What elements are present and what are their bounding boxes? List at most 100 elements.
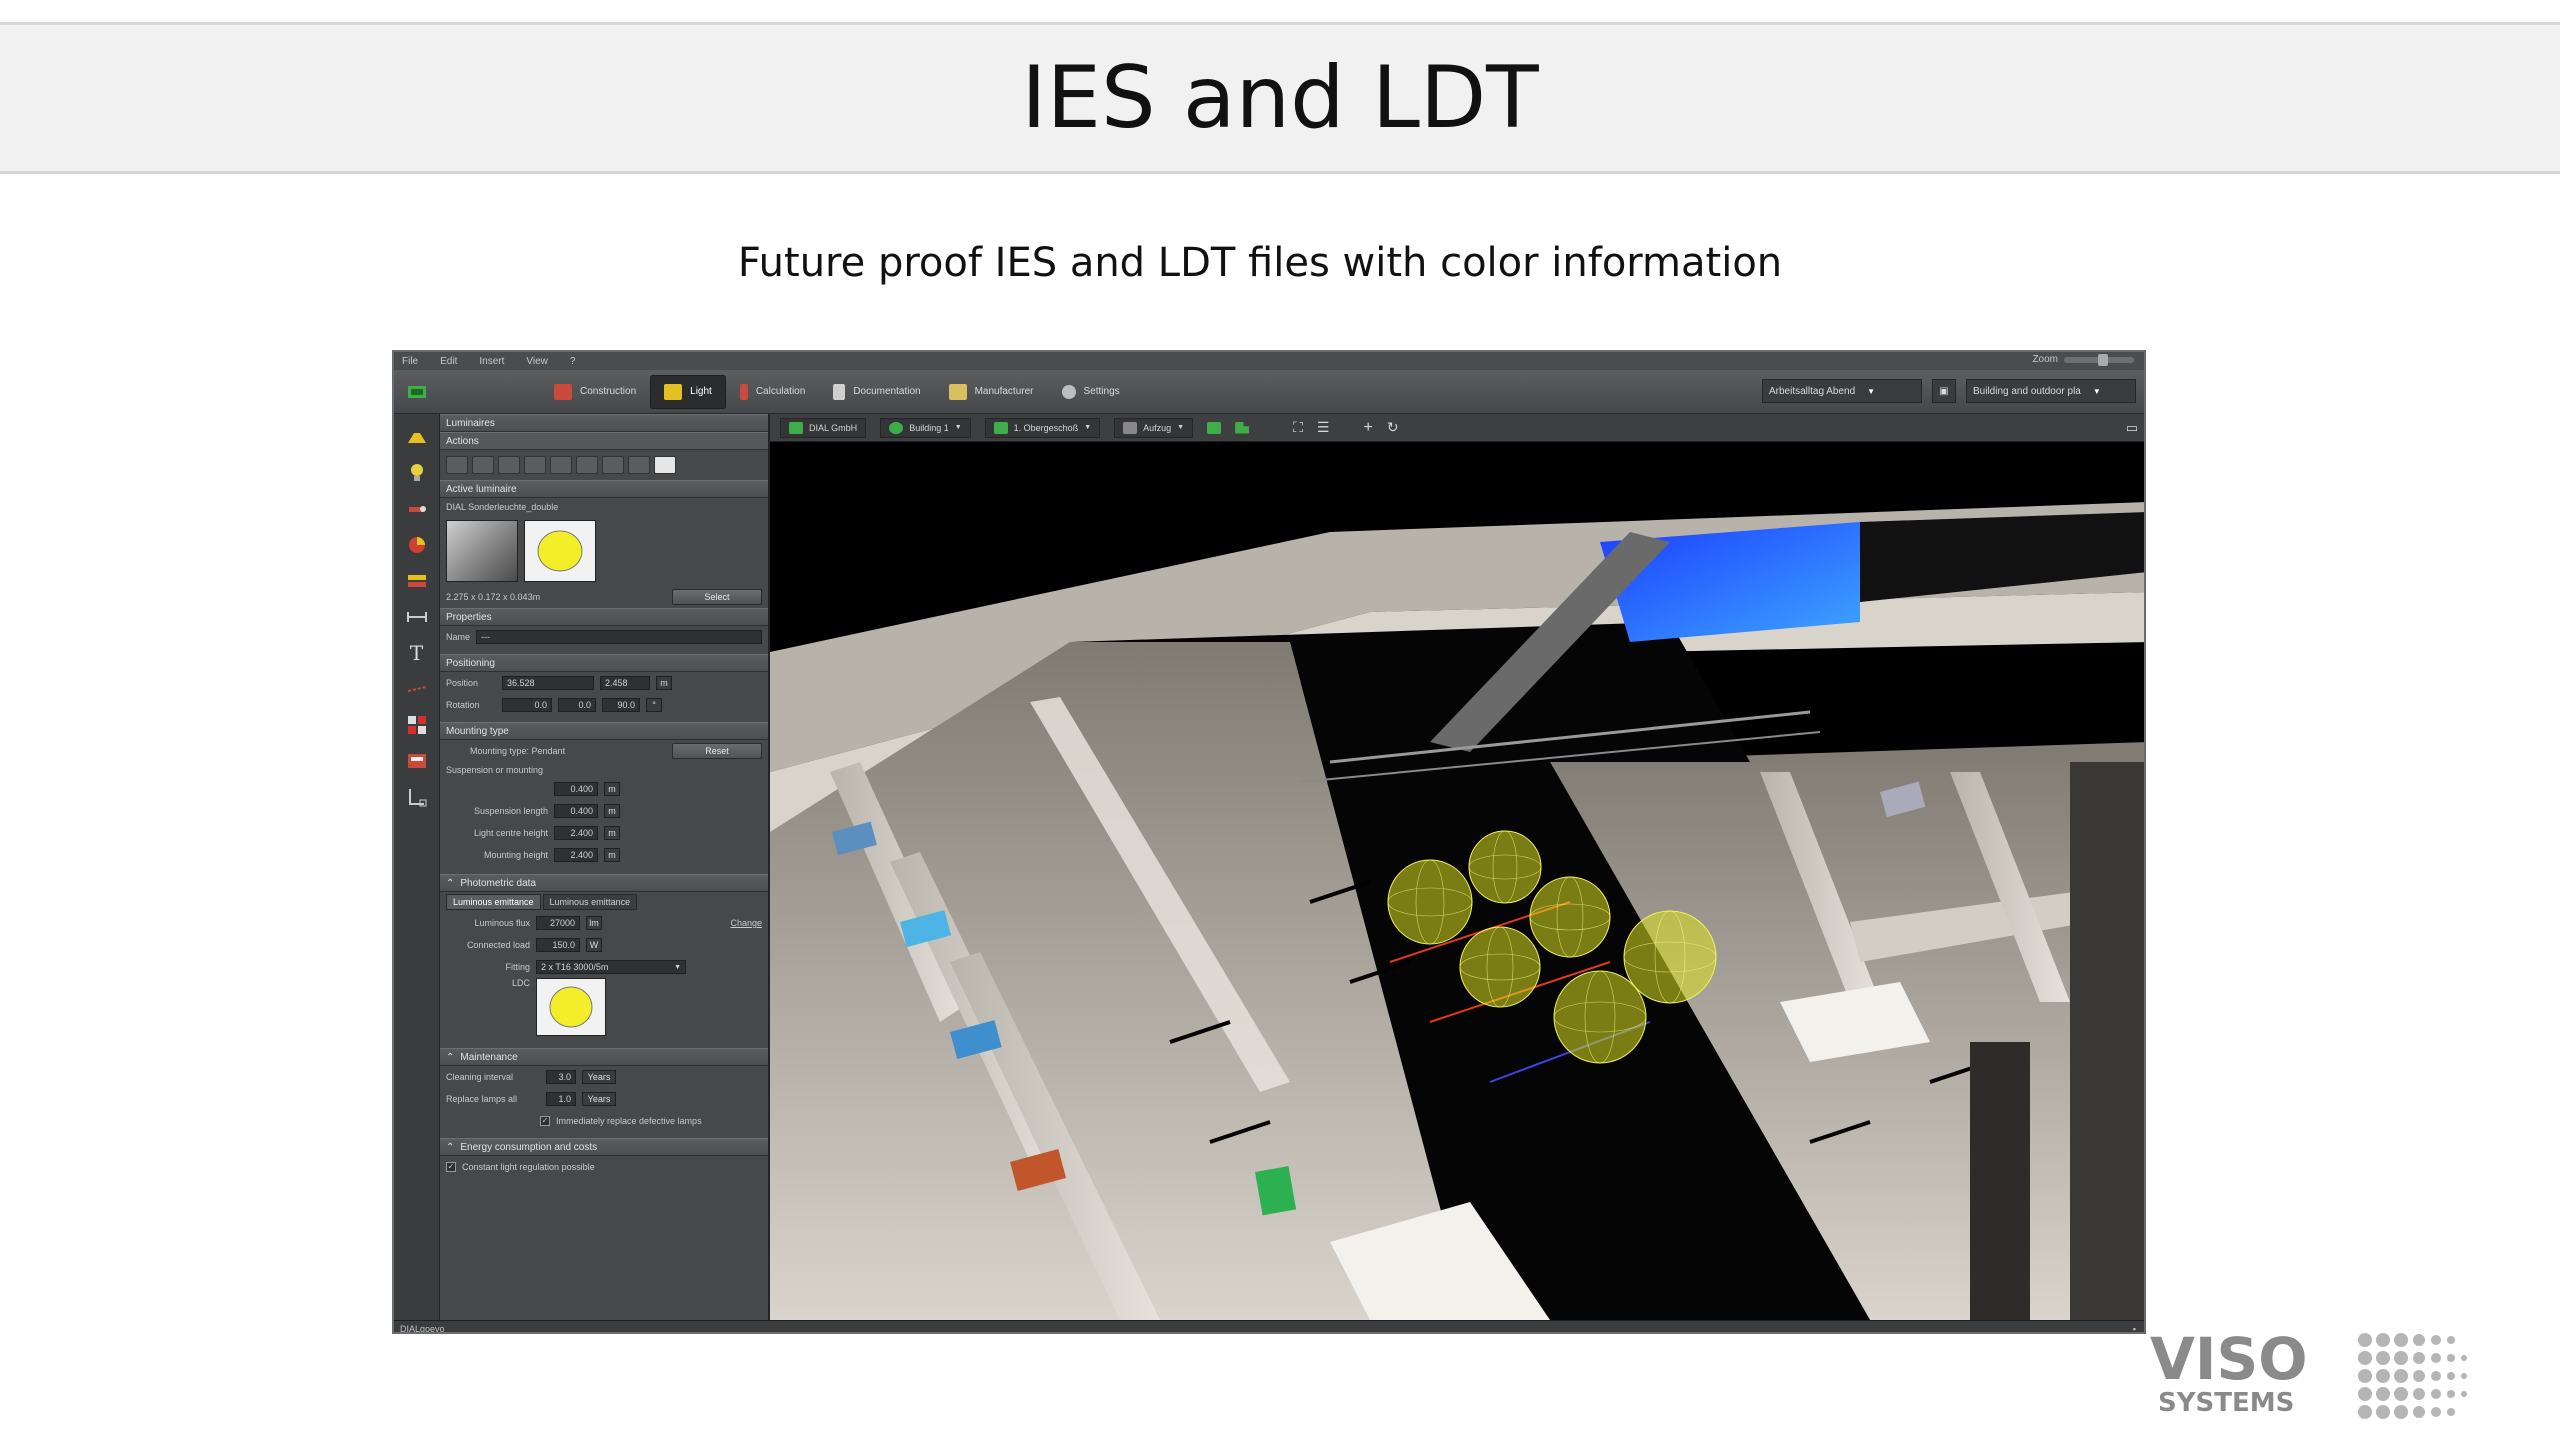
dimension-icon[interactable] [404, 676, 430, 702]
refresh-icon[interactable]: ↻ [1387, 419, 1399, 436]
path-tool-icon[interactable] [404, 784, 430, 810]
dialux-app-window: File Edit Insert View ? Zoom Constructio… [392, 350, 2146, 1334]
section-active-luminaire: Active luminaire [440, 480, 768, 498]
document-icon[interactable] [654, 456, 676, 474]
measure-icon[interactable] [404, 604, 430, 630]
layout-icon[interactable] [404, 712, 430, 738]
photometric-header-label: Photometric data [460, 877, 536, 889]
fitting-value: 2 x T16 3000/5m [541, 962, 609, 972]
name-field[interactable]: --- [476, 630, 762, 644]
name-row: Name --- [440, 626, 768, 648]
tab-settings[interactable]: Settings [1048, 375, 1134, 409]
luminaire-tool-icon[interactable] [404, 424, 430, 450]
replace-unit: Years [582, 1092, 616, 1106]
load-field[interactable]: 150.0 [536, 938, 580, 952]
actions-row [440, 450, 768, 480]
immediate-label: Immediately replace defective lamps [556, 1116, 702, 1126]
color-wheel-icon[interactable] [404, 532, 430, 558]
light-centre-label: Light centre height [473, 828, 548, 838]
position-y-field[interactable]: 2.458 [600, 676, 650, 690]
rotation-z-field[interactable]: 90.0 [602, 698, 640, 712]
tab-light[interactable]: Light [650, 374, 726, 409]
company-selector[interactable]: DIAL GmbH [780, 417, 867, 438]
fitting-label: Fitting [505, 962, 530, 972]
floor-label: 1. Obergeschoß [1013, 422, 1079, 433]
suspension-length-unit: m [604, 804, 620, 818]
floor-selector[interactable]: 1. Obergeschoß ▼ [984, 417, 1101, 438]
zoom-slider[interactable] [2064, 353, 2134, 366]
menu-file[interactable]: File [402, 356, 418, 367]
tab-luminous-emittance-a[interactable]: Luminous emittance [446, 894, 541, 910]
tab-luminous-emittance-b[interactable]: Luminous emittance [542, 894, 638, 910]
section-maintenance[interactable]: ⌃ Maintenance [440, 1048, 768, 1066]
fitting-select[interactable]: 2 x T16 3000/5m ▼ [536, 960, 686, 974]
zoom-slider-knob[interactable] [2098, 353, 2108, 366]
scene-settings-button[interactable]: ▣ [1932, 379, 1956, 403]
calculation-icon [739, 383, 748, 400]
edit-tool-icon[interactable] [576, 456, 598, 474]
reset-button[interactable]: Reset [672, 743, 762, 759]
spotlight-icon[interactable] [404, 496, 430, 522]
menu-help[interactable]: ? [570, 356, 576, 367]
change-link[interactable]: Change [730, 918, 762, 928]
tab-manufacturer-label: Manufacturer [974, 386, 1034, 397]
status-bar: DIALgoevo ▪ [394, 1320, 2144, 1332]
plus-icon[interactable]: + [1363, 419, 1372, 437]
mounting-height-field[interactable]: 2.400 [554, 848, 598, 862]
tab-construction-label: Construction [580, 386, 637, 397]
light-centre-row: Light centre height 2.400 m [440, 822, 768, 844]
constant-checkbox[interactable]: ✓ [446, 1162, 456, 1172]
view-floorplan-icon[interactable] [1235, 421, 1250, 434]
3d-viewport[interactable] [770, 442, 2144, 1320]
select-luminaire-button[interactable]: Select [672, 589, 762, 605]
building-selector[interactable]: Building 1 ▼ [880, 417, 971, 438]
rotation-y-field[interactable]: 0.0 [558, 698, 596, 712]
flux-field[interactable]: 27000 [536, 916, 580, 930]
tab-construction[interactable]: Construction [540, 375, 650, 409]
view-green-icon[interactable] [1207, 421, 1222, 434]
collapse-icon: ⌃ [446, 877, 455, 889]
light-centre-field[interactable]: 2.400 [554, 826, 598, 840]
bulb-icon[interactable] [404, 460, 430, 486]
arrange-field-icon[interactable] [472, 456, 494, 474]
rotate-tool-icon[interactable] [602, 456, 624, 474]
text-tool-icon[interactable]: T [404, 640, 430, 666]
cleaning-unit: Years [582, 1070, 616, 1084]
section-energy[interactable]: ⌃ Energy consumption and costs [440, 1138, 768, 1156]
slide-title: IES and LDT [1021, 48, 1539, 148]
tab-documentation-label: Documentation [853, 386, 921, 397]
wall-icon[interactable] [404, 748, 430, 774]
rotation-x-field[interactable]: 0.0 [502, 698, 552, 712]
menu-edit[interactable]: Edit [440, 356, 457, 367]
left-tool-strip: T [394, 414, 440, 1320]
light-scene-icon[interactable] [404, 568, 430, 594]
monitor-icon[interactable]: ▭ [2126, 420, 2138, 436]
arrange-line-icon[interactable] [446, 456, 468, 474]
room-selector[interactable]: Aufzug ▼ [1114, 417, 1194, 438]
light-centre-unit: m [604, 826, 620, 840]
view-settings-icon[interactable]: ☰ [1317, 419, 1330, 436]
immediate-checkbox[interactable]: ✓ [540, 1116, 550, 1126]
cleaning-field[interactable]: 3.0 [546, 1070, 576, 1084]
fitting-row: Fitting 2 x T16 3000/5m ▼ [440, 956, 768, 978]
position-x-field[interactable]: 36.528 [502, 676, 594, 690]
menu-view[interactable]: View [526, 356, 548, 367]
arrange-row-icon[interactable] [524, 456, 546, 474]
section-photometric[interactable]: ⌃ Photometric data [440, 874, 768, 892]
blank-tool-icon[interactable] [628, 456, 650, 474]
tab-calculation[interactable]: Calculation [726, 375, 819, 409]
tab-manufacturer[interactable]: Manufacturer [935, 375, 1048, 409]
panel-header-luminaires: Luminaires [440, 414, 768, 432]
collapse-icon: ⌃ [446, 1141, 455, 1153]
move-icon[interactable] [498, 456, 520, 474]
suspension-field[interactable]: 0.400 [554, 782, 598, 796]
tab-documentation[interactable]: Documentation [819, 375, 934, 409]
suspension-length-field[interactable]: 0.400 [554, 804, 598, 818]
home-icon[interactable] [404, 381, 430, 403]
building-select[interactable]: Building and outdoor pla ▼ [1966, 379, 2136, 403]
replace-field[interactable]: 1.0 [546, 1092, 576, 1106]
zoom-extents-icon[interactable]: ⛶ [1293, 419, 1303, 436]
scene-select[interactable]: Arbeitsalltag Abend ▼ [1762, 379, 1922, 403]
menu-insert[interactable]: Insert [479, 356, 504, 367]
single-point-icon[interactable] [550, 456, 572, 474]
